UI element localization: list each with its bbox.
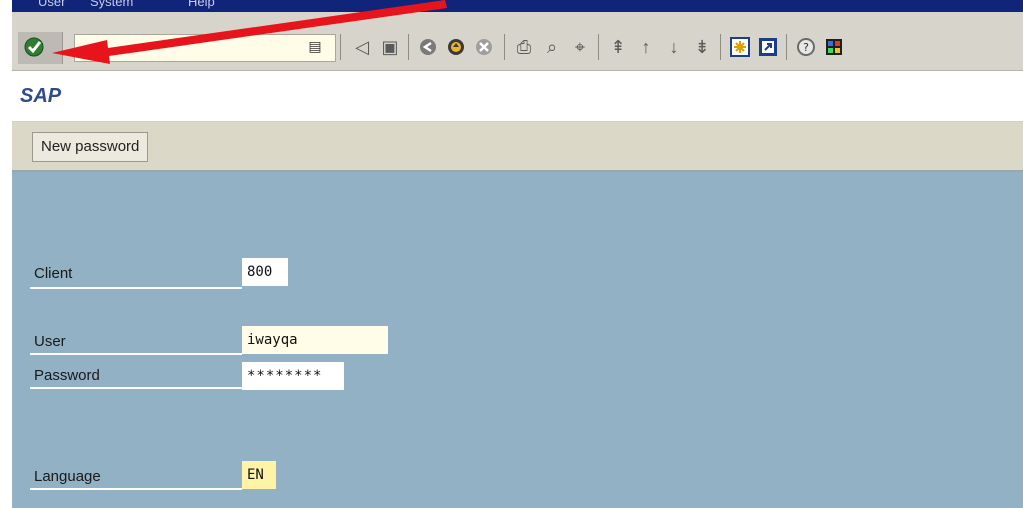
next-page-icon[interactable]: ↓	[662, 34, 686, 60]
sap-window: User System Help ▤ ◁ ▣ ⎙ ⌕ ⌖ ⇞ ↑ ↓ ⇟ ? S…	[12, 0, 1023, 508]
new-session-icon[interactable]	[728, 34, 752, 60]
command-field[interactable]	[74, 34, 336, 62]
back-nav-icon[interactable]	[416, 34, 440, 60]
page-title: SAP	[20, 85, 62, 107]
client-label: Client	[34, 265, 73, 282]
toolbar-separator	[408, 34, 409, 60]
list-icon: ▤	[308, 37, 322, 54]
user-field[interactable]: iwayqa	[242, 326, 388, 354]
login-form: Client 800 User iwayqa Password ********…	[12, 172, 1023, 508]
previous-page-icon[interactable]: ↑	[634, 34, 658, 60]
menu-user[interactable]: User	[38, 0, 65, 9]
command-dropdown[interactable]: ▤	[306, 32, 324, 60]
last-page-icon[interactable]: ⇟	[690, 34, 714, 60]
new-password-button[interactable]: New password	[32, 132, 149, 162]
menu-system[interactable]: System	[90, 0, 133, 9]
first-page-icon[interactable]: ⇞	[606, 34, 630, 60]
find-next-icon[interactable]: ⌖	[568, 34, 592, 60]
toolbar-separator	[598, 34, 599, 60]
standard-toolbar: ▤ ◁ ▣ ⎙ ⌕ ⌖ ⇞ ↑ ↓ ⇟ ?	[12, 12, 1023, 71]
field-underline	[30, 353, 242, 355]
title-bar: SAP	[12, 71, 1023, 122]
password-field[interactable]: ********	[242, 362, 344, 390]
language-label: Language	[34, 468, 101, 485]
green-check-icon	[24, 37, 44, 57]
menu-bar: User System Help	[12, 0, 1023, 12]
toolbar-separator	[720, 34, 721, 60]
enter-button[interactable]	[18, 32, 63, 64]
field-underline	[30, 488, 242, 490]
application-toolbar: New password	[12, 122, 1023, 172]
field-underline	[30, 287, 242, 289]
field-underline	[30, 387, 242, 389]
menu-help[interactable]: Help	[188, 0, 215, 9]
svg-text:?: ?	[803, 41, 809, 54]
toolbar-separator	[340, 34, 341, 60]
password-label: Password	[34, 367, 100, 384]
client-field[interactable]: 800	[242, 258, 288, 286]
help-icon[interactable]: ?	[794, 34, 818, 60]
exit-icon[interactable]	[444, 34, 468, 60]
language-field[interactable]: EN	[242, 461, 276, 489]
find-icon[interactable]: ⌕	[540, 34, 564, 60]
print-icon[interactable]: ⎙	[512, 34, 536, 60]
toolbar-separator	[504, 34, 505, 60]
cancel-icon[interactable]	[472, 34, 496, 60]
back-icon[interactable]: ◁	[350, 34, 374, 60]
layout-menu-icon[interactable]	[822, 34, 846, 60]
user-label: User	[34, 333, 66, 350]
shortcut-icon[interactable]	[756, 34, 780, 60]
toolbar-separator	[786, 34, 787, 60]
save-icon[interactable]: ▣	[378, 34, 402, 60]
